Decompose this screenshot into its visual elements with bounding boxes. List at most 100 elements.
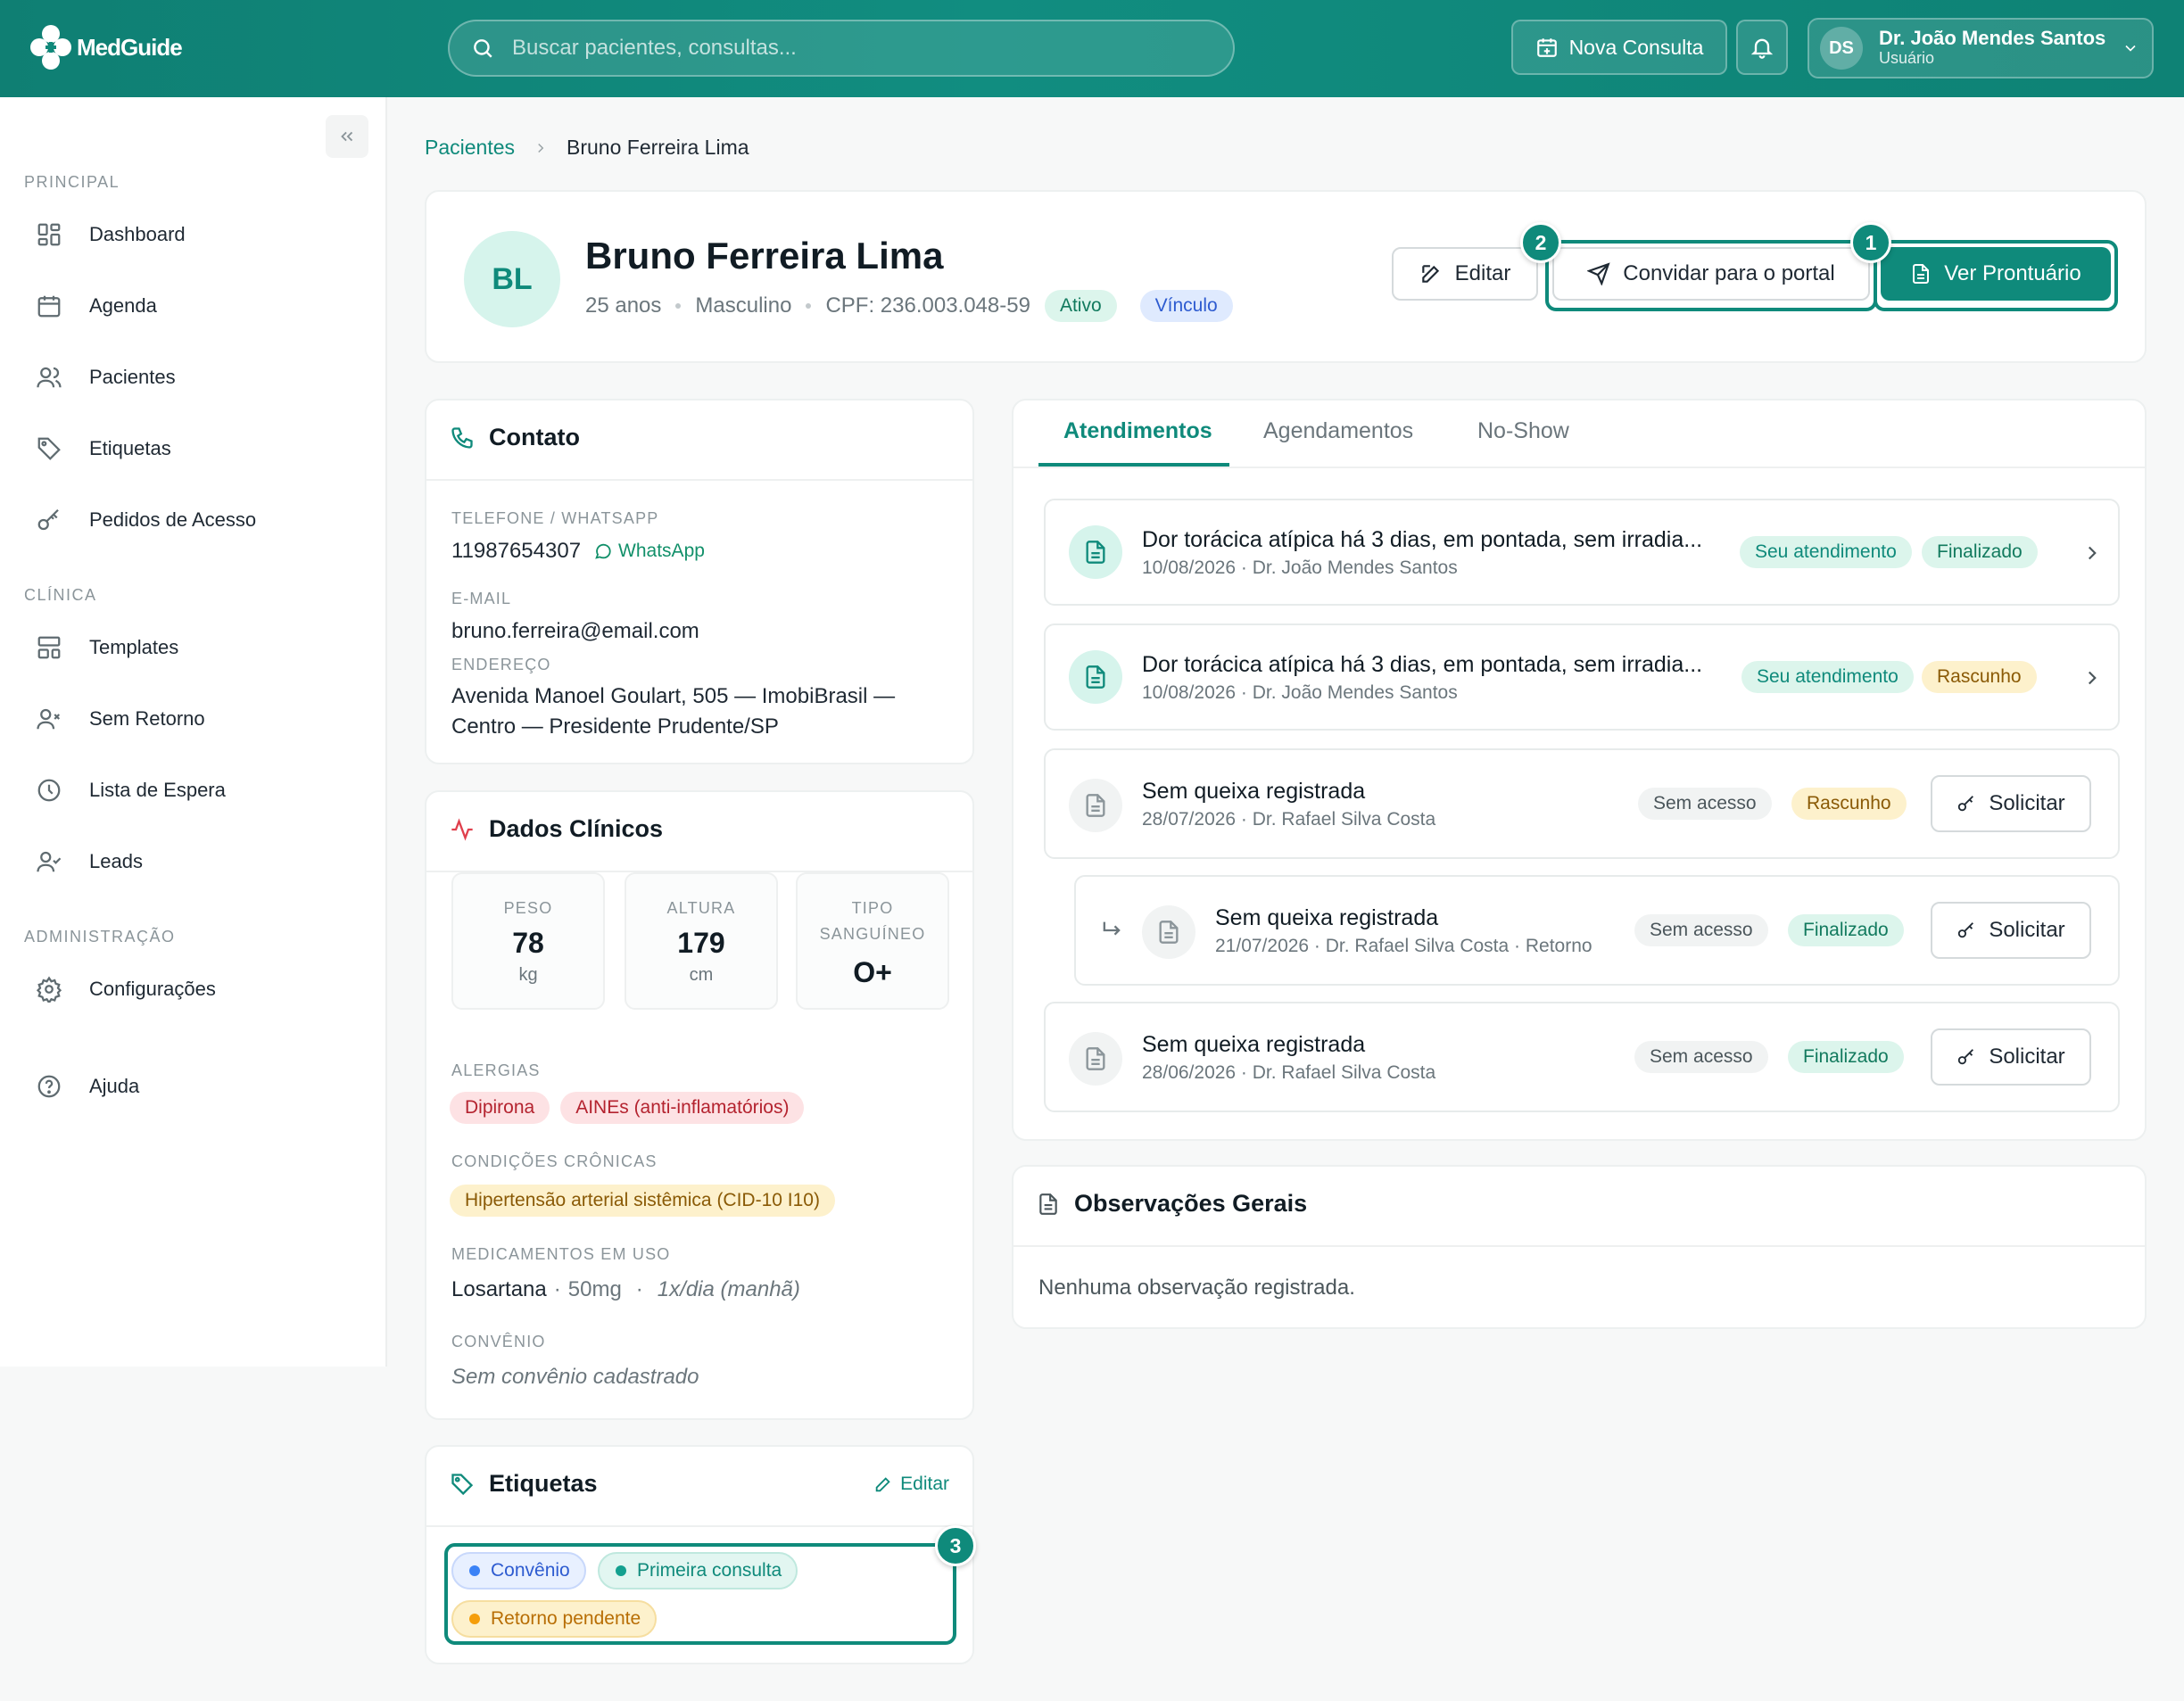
height-unit: cm	[689, 965, 714, 985]
phone-label: TELEFONE / WHATSAPP	[451, 509, 659, 527]
divider	[1013, 1245, 2145, 1247]
search-input[interactable]	[512, 36, 1190, 61]
request-label: Solicitar	[1989, 791, 2065, 815]
appointment-row[interactable]: Dor torácica atípica há 3 dias, em ponta…	[1044, 499, 2120, 606]
height-value: 179	[677, 927, 725, 959]
blood-value: O+	[853, 956, 892, 988]
access-badge: Sem acesso	[1638, 788, 1772, 820]
sidebar-item-sem-retorno[interactable]: Sem Retorno	[36, 706, 205, 732]
chronic-label: CONDIÇÕES CRÔNICAS	[451, 1152, 658, 1170]
sidebar-item-agenda[interactable]: Agenda	[36, 293, 157, 319]
app-logo[interactable]: MedGuide	[29, 23, 183, 71]
corner-down-right-icon	[1103, 921, 1121, 936]
annotation-badge-2: 2	[1520, 222, 1561, 263]
blood-label-line: TIPO	[851, 899, 894, 917]
tag-chip-retorno-pendente[interactable]: Retorno pendente	[451, 1600, 658, 1638]
view-record-label: Ver Prontuário	[1944, 261, 2081, 285]
invite-portal-button[interactable]: Convidar para o portal	[1552, 247, 1870, 301]
tags-card: Etiquetas Editar Convênio Primeira consu…	[425, 1445, 976, 1664]
ownership-badge: Seu atendimento	[1740, 536, 1912, 568]
tab-agendamentos[interactable]: Agendamentos	[1263, 418, 1413, 444]
ownership-badge: Seu atendimento	[1741, 661, 1914, 693]
chevron-down-icon	[2125, 45, 2136, 52]
whatsapp-icon	[595, 543, 611, 559]
appointment-title: Sem queixa registrada	[1142, 1032, 1366, 1057]
blood-type-stat: TIPO SANGUÍNEO O+	[796, 872, 949, 1010]
request-access-button[interactable]: Solicitar	[1931, 1028, 2091, 1086]
sidebar-item-ajuda[interactable]: Ajuda	[36, 1073, 139, 1100]
request-access-button[interactable]: Solicitar	[1931, 902, 2091, 959]
user-check-icon	[37, 851, 62, 872]
med-frequency: 1x/dia (manhã)	[657, 1277, 800, 1301]
user-menu[interactable]: DS Dr. João Mendes Santos Usuário	[1808, 18, 2154, 78]
appointment-title: Sem queixa registrada	[1142, 779, 1366, 804]
edit-patient-button[interactable]: Editar	[1392, 247, 1538, 301]
appointment-row[interactable]: Dor torácica atípica há 3 dias, em ponta…	[1044, 623, 2120, 731]
breadcrumb-parent-link[interactable]: Pacientes	[425, 136, 515, 160]
app-name: MedGuide	[77, 33, 183, 61]
sidebar-item-leads[interactable]: Leads	[36, 848, 143, 875]
users-icon	[37, 367, 62, 388]
insurance-value: Sem convênio cadastrado	[451, 1365, 699, 1389]
tag-icon	[37, 437, 61, 460]
whatsapp-link[interactable]: WhatsApp	[593, 541, 705, 562]
allergy-chip: AINEs (anti-inflamatórios)	[560, 1092, 805, 1124]
help-circle-icon	[37, 1075, 61, 1098]
request-access-button[interactable]: Solicitar	[1931, 775, 2091, 832]
new-consult-button[interactable]: Nova Consulta	[1511, 20, 1727, 75]
sidebar-item-etiquetas[interactable]: Etiquetas	[36, 435, 171, 462]
sidebar-item-dashboard[interactable]: Dashboard	[36, 221, 186, 248]
height-label: ALTURA	[666, 899, 736, 917]
patient-age: 25 anos	[585, 293, 662, 318]
blood-label-line: SANGUÍNEO	[819, 925, 926, 943]
phone-icon	[451, 426, 473, 449]
med-row: Losartana · 50mg · 1x/dia (manhã)	[451, 1277, 800, 1301]
phone-value: 11987654307	[451, 539, 582, 563]
status-badge: Rascunho	[1922, 661, 2037, 693]
sidebar-item-templates[interactable]: Templates	[36, 634, 178, 661]
sidebar-section-clinica: CLÍNICA	[24, 586, 97, 604]
tag-chip-primeira-consulta[interactable]: Primeira consulta	[598, 1552, 798, 1590]
sidebar-item-pacientes[interactable]: Pacientes	[36, 364, 176, 391]
notifications-button[interactable]	[1736, 20, 1788, 75]
key-icon	[37, 508, 59, 531]
sidebar-item-pedidos-de-acesso[interactable]: Pedidos de Acesso	[36, 507, 256, 533]
calendar-plus-icon	[1536, 38, 1557, 57]
email-value: bruno.ferreira@email.com	[451, 619, 699, 643]
tag-dot	[469, 1614, 480, 1624]
search-bar[interactable]	[448, 20, 1235, 77]
link-badge: Vínculo	[1139, 290, 1233, 322]
clock-icon	[37, 779, 61, 802]
tag-chip-convenio[interactable]: Convênio	[451, 1552, 586, 1590]
appointment-meta: 28/06/2026 · Dr. Rafael Silva Costa	[1142, 1062, 1436, 1083]
clinical-title-text: Dados Clínicos	[489, 815, 664, 842]
tabs-divider	[1013, 467, 2145, 468]
file-text-icon	[1069, 1032, 1122, 1086]
allergies-list: Dipirona AINEs (anti-inflamatórios)	[450, 1092, 805, 1124]
file-text-icon	[1069, 525, 1122, 579]
view-record-button[interactable]: Ver Prontuário	[1881, 247, 2111, 301]
sidebar-section-administracao: ADMINISTRAÇÃO	[24, 928, 176, 945]
chevron-right-icon	[2088, 671, 2097, 685]
activity-icon	[451, 817, 473, 841]
collapse-sidebar-button[interactable]	[326, 115, 368, 158]
sidebar-item-label: Sem Retorno	[89, 707, 205, 730]
edit-icon	[1421, 265, 1439, 283]
notes-title-text: Observações Gerais	[1074, 1190, 1308, 1217]
sidebar: PRINCIPAL Dashboard Agenda Pacientes Eti…	[0, 97, 387, 1367]
sidebar-item-configuracoes[interactable]: Configurações	[36, 976, 216, 1003]
tab-atendimentos[interactable]: Atendimentos	[1063, 418, 1212, 444]
weight-value: 78	[512, 927, 544, 959]
key-icon	[1958, 1049, 1974, 1065]
sidebar-item-label: Etiquetas	[89, 437, 171, 459]
tag-icon	[451, 1473, 474, 1495]
edit-label: Editar	[1454, 261, 1511, 285]
status-badge: Rascunho	[1791, 788, 1907, 820]
tab-no-show[interactable]: No-Show	[1477, 418, 1569, 444]
file-text-icon	[1913, 264, 1930, 284]
status-badge: Finalizado	[1788, 1041, 1904, 1073]
access-badge: Sem acesso	[1634, 1041, 1768, 1073]
access-badge: Sem acesso	[1634, 914, 1768, 946]
edit-tags-button[interactable]: Editar	[873, 1474, 949, 1495]
sidebar-item-lista-de-espera[interactable]: Lista de Espera	[36, 777, 226, 804]
